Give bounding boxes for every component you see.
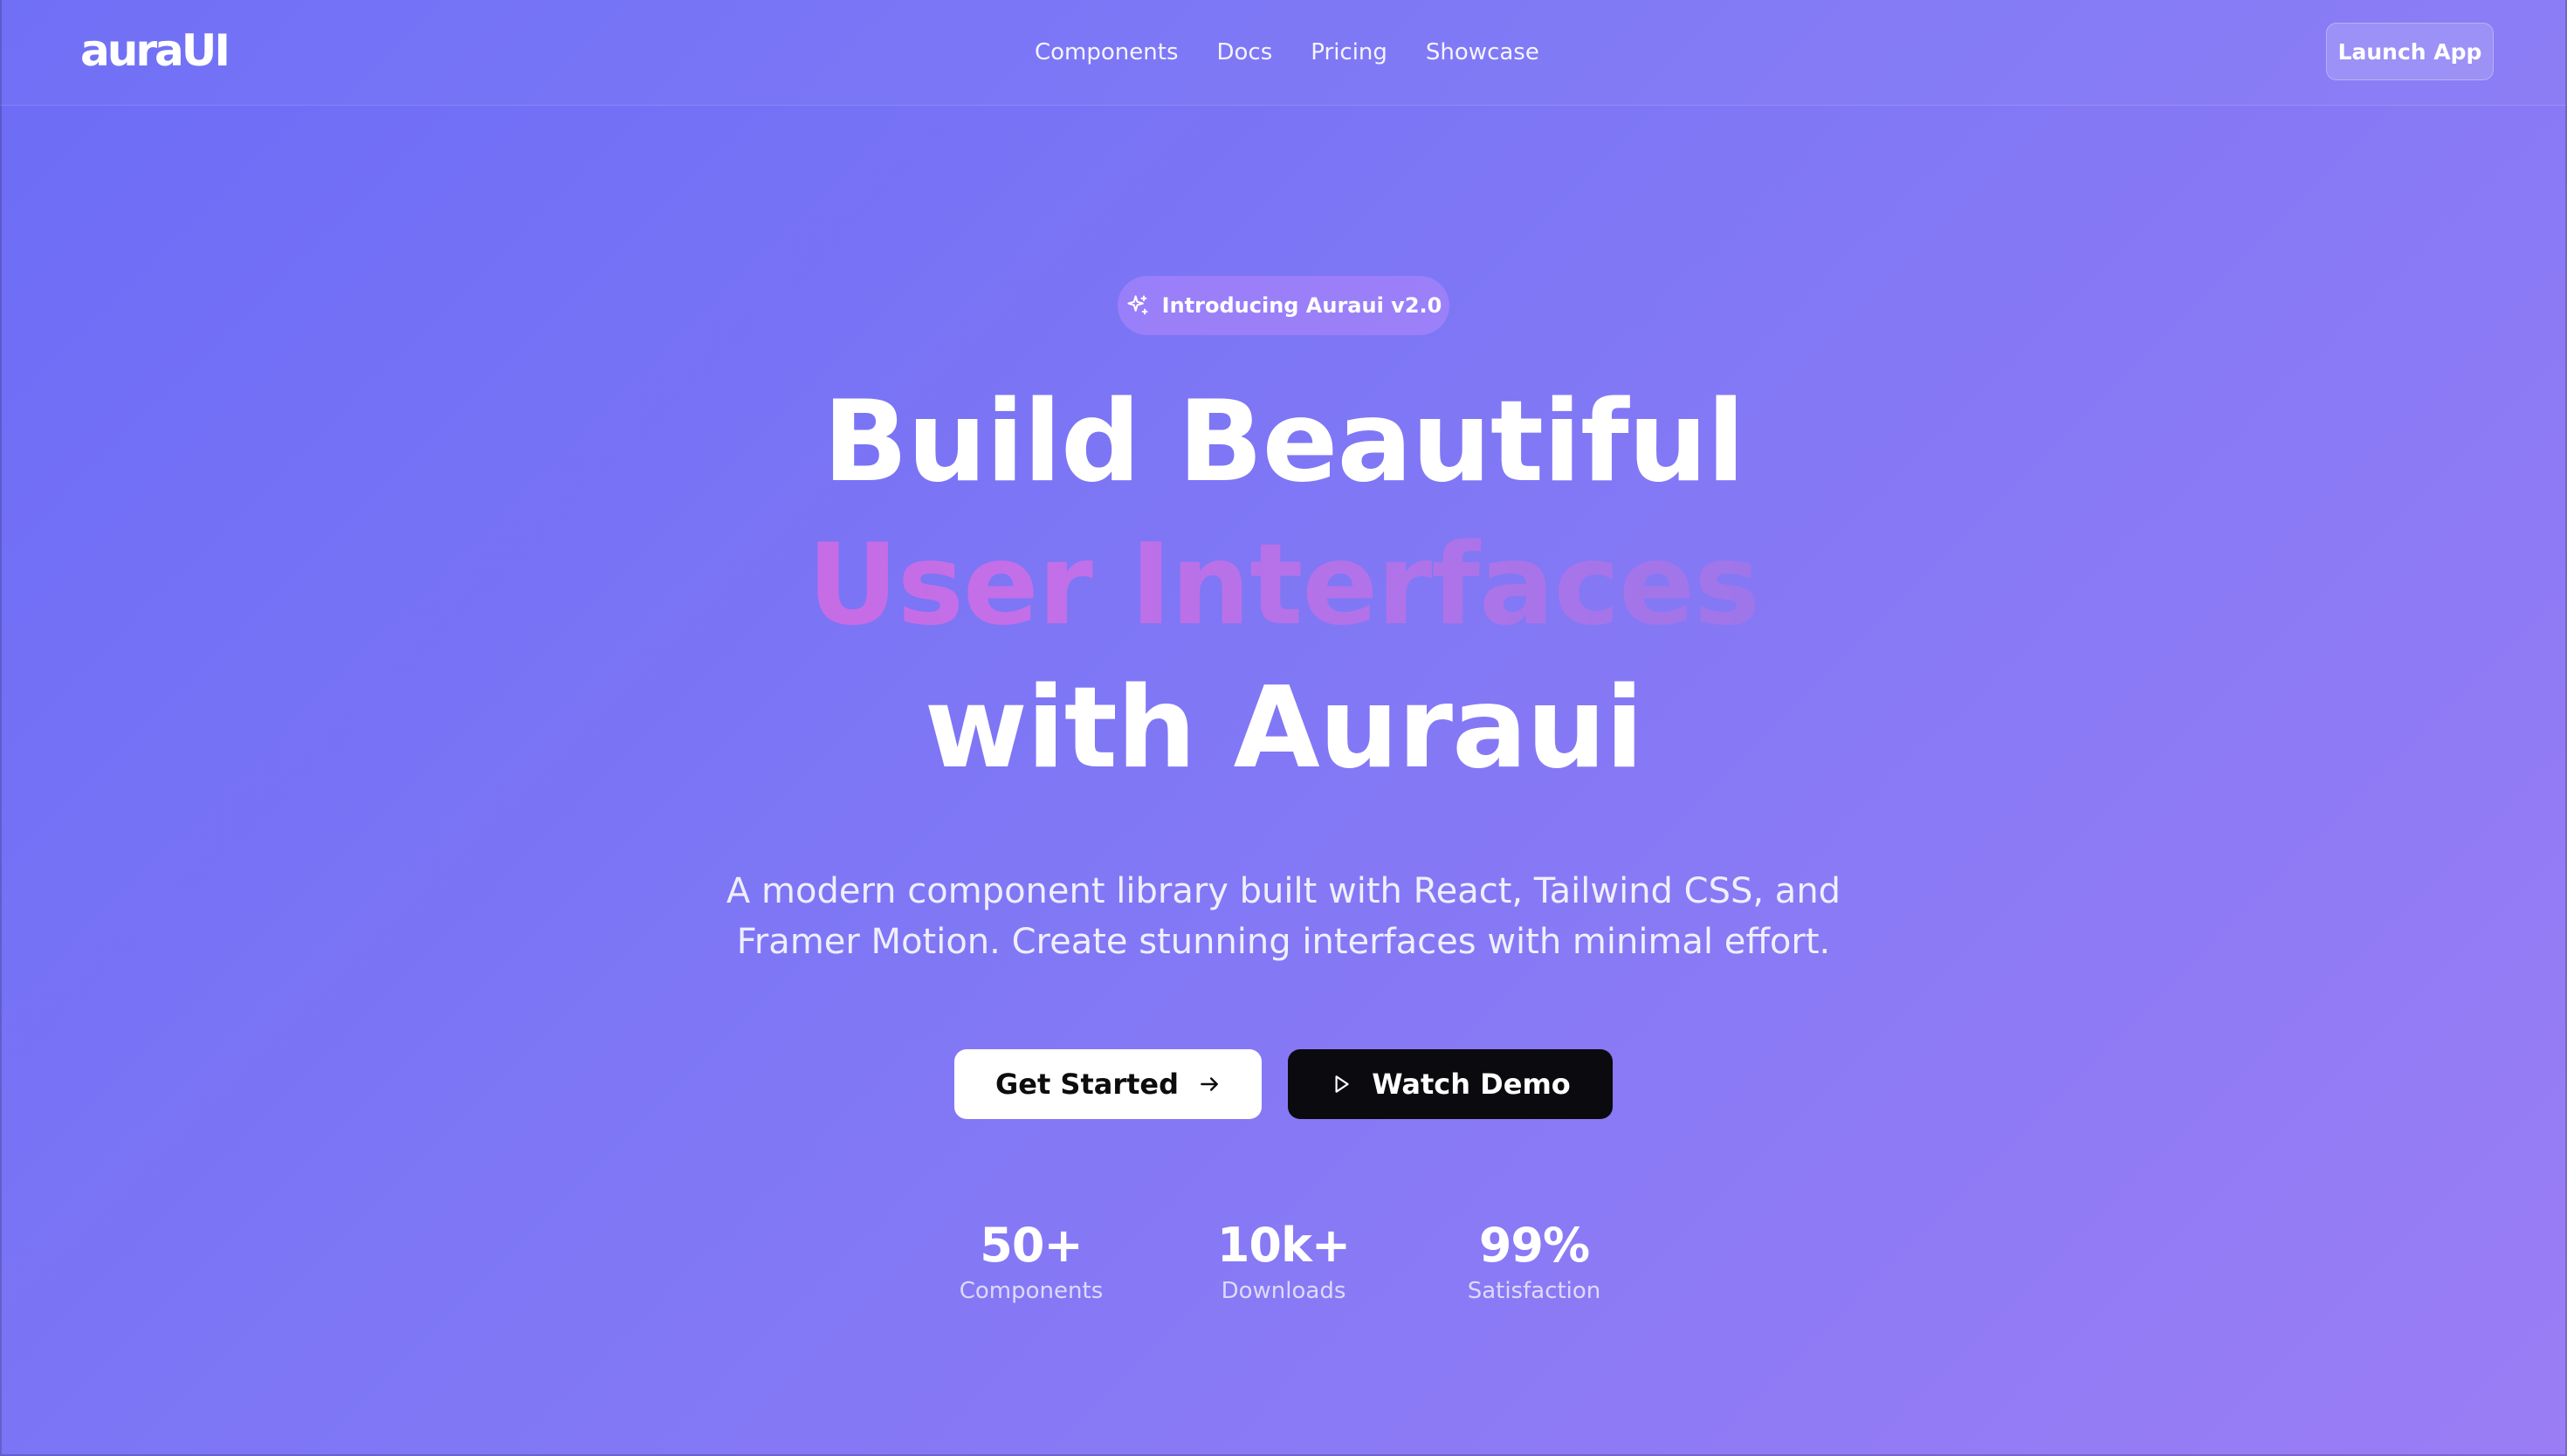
main-nav: Components Docs Pricing Showcase <box>1035 31 1539 73</box>
watch-demo-label: Watch Demo <box>1372 1068 1571 1101</box>
badge-label: Introducing Auraui v2.0 <box>1161 293 1442 318</box>
watch-demo-button[interactable]: Watch Demo <box>1288 1049 1613 1119</box>
site-header: auraUI Components Docs Pricing Showcase … <box>0 0 2567 106</box>
stat-downloads: 10k+ Downloads <box>1187 1215 1380 1306</box>
play-icon <box>1330 1073 1352 1095</box>
hero-subtitle: A modern component library built with Re… <box>726 871 1841 962</box>
sparkles-icon <box>1125 293 1150 318</box>
headline-line-3: with Auraui <box>924 663 1644 793</box>
stat-satisfaction: 99% Satisfaction <box>1438 1215 1630 1306</box>
launch-app-button[interactable]: Launch App <box>2326 23 2494 80</box>
arrow-right-icon <box>1198 1073 1221 1095</box>
stat-value: 10k+ <box>1216 1218 1351 1273</box>
get-started-button[interactable]: Get Started <box>954 1049 1262 1119</box>
headline-line-1: Build Beautiful <box>822 377 1745 507</box>
stat-components: 50+ Components <box>935 1215 1127 1306</box>
get-started-label: Get Started <box>994 1068 1180 1101</box>
stat-label: Downloads <box>1221 1278 1346 1304</box>
nav-link-components[interactable]: Components <box>1035 39 1179 65</box>
nav-link-docs[interactable]: Docs <box>1217 39 1273 65</box>
nav-link-showcase[interactable]: Showcase <box>1426 39 1539 65</box>
brand-logo[interactable]: auraUI <box>80 23 231 79</box>
nav-link-pricing[interactable]: Pricing <box>1311 39 1387 65</box>
stat-value: 50+ <box>980 1218 1083 1273</box>
stat-label: Satisfaction <box>1467 1278 1601 1304</box>
announcement-badge[interactable]: Introducing Auraui v2.0 <box>1118 276 1449 335</box>
stat-value: 99% <box>1478 1218 1590 1273</box>
stat-label: Components <box>959 1278 1104 1304</box>
headline-line-2-gradient: User Interfaces <box>0 520 2567 651</box>
